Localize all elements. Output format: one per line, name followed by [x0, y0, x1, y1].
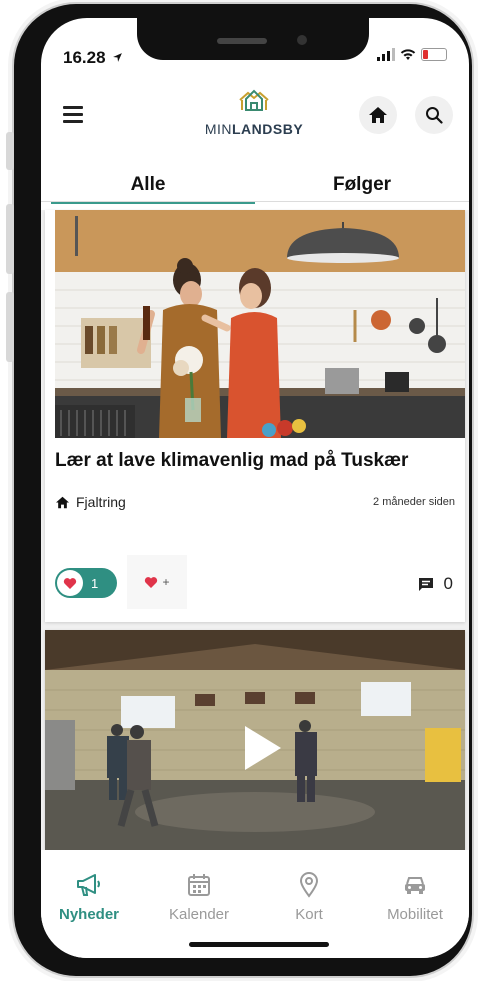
- side-button: [6, 132, 14, 170]
- signal-icon: [377, 48, 395, 61]
- feed-tabs: Alle Følger: [41, 174, 469, 204]
- like-heart-circle: [57, 570, 83, 596]
- app-header: MINLANDSBY: [41, 84, 469, 154]
- tab-label: Følger: [332, 174, 392, 195]
- play-icon[interactable]: [245, 726, 281, 770]
- status-icons: [377, 48, 447, 61]
- home-icon: [56, 496, 69, 508]
- location-arrow-icon: [113, 53, 123, 62]
- post-location-text: Fjaltring: [76, 494, 126, 510]
- heart-icon: [63, 577, 77, 589]
- post-image[interactable]: [55, 210, 465, 438]
- tabs-divider: [41, 201, 469, 202]
- nav-label: Kalender: [168, 906, 230, 923]
- post-time: 2 måneder siden: [373, 496, 455, 508]
- status-time: 16.28: [63, 48, 123, 68]
- calendar-icon: [188, 874, 210, 896]
- add-reaction-button[interactable]: +: [127, 555, 187, 609]
- menu-icon[interactable]: [63, 106, 83, 123]
- post-card[interactable]: Lær at lave klimavenlig mad på Tuskær Fj…: [45, 210, 465, 622]
- map-pin-icon: [299, 872, 319, 898]
- react-plus: +: [162, 575, 170, 589]
- nav-item-kalender[interactable]: Kalender: [149, 872, 249, 923]
- post-title[interactable]: Lær at lave klimavenlig mad på Tuskær: [55, 450, 408, 472]
- side-button: [6, 204, 14, 274]
- comment-count: 0: [443, 574, 453, 593]
- home-button[interactable]: [359, 96, 397, 134]
- nav-item-mobilitet[interactable]: Mobilitet: [365, 872, 465, 923]
- comments-button[interactable]: 0: [418, 574, 453, 594]
- status-time-text: 16.28: [63, 48, 106, 67]
- megaphone-icon: [77, 874, 100, 896]
- car-icon: [405, 877, 425, 894]
- kitchen-photo: [55, 210, 465, 438]
- side-button: [6, 292, 14, 362]
- bottom-nav: Nyheder Kalender Kort Mobilitet: [41, 850, 469, 958]
- nav-item-kort[interactable]: Kort: [259, 872, 359, 923]
- post-location[interactable]: Fjaltring: [55, 494, 126, 510]
- village-logo-icon: [239, 89, 269, 111]
- post-card[interactable]: [45, 630, 465, 850]
- battery-icon: [421, 48, 447, 61]
- notch: [137, 18, 369, 60]
- tab-label: Alle: [130, 174, 166, 195]
- like-button[interactable]: 1: [55, 568, 117, 598]
- search-icon: [426, 107, 443, 124]
- nav-label: Mobilitet: [387, 906, 443, 923]
- logo-text-bold: LANDSBY: [232, 121, 304, 137]
- home-indicator: [189, 942, 329, 947]
- screen: 16.28 MINLANDSBY Alle Følger Lær at lave…: [41, 18, 469, 958]
- news-feed: Lær at lave klimavenlig mad på Tuskær Fj…: [41, 210, 469, 850]
- wifi-icon: [400, 48, 416, 60]
- comment-icon: [418, 577, 433, 591]
- speaker: [217, 38, 267, 44]
- tab-alle[interactable]: Alle: [41, 174, 255, 204]
- heart-icon: [145, 576, 158, 588]
- search-button[interactable]: [415, 96, 453, 134]
- home-icon: [369, 107, 387, 123]
- nav-item-nyheder[interactable]: Nyheder: [41, 872, 139, 923]
- camera: [297, 35, 307, 45]
- post-video[interactable]: [45, 630, 465, 850]
- logo-text: MINLANDSBY: [189, 121, 319, 137]
- nav-label: Kort: [295, 906, 323, 923]
- logo-text-main: MIN: [204, 121, 232, 137]
- like-count: 1: [91, 575, 99, 591]
- logo: MINLANDSBY: [189, 88, 319, 137]
- nav-label: Nyheder: [58, 906, 120, 923]
- tab-folger[interactable]: Følger: [255, 174, 469, 202]
